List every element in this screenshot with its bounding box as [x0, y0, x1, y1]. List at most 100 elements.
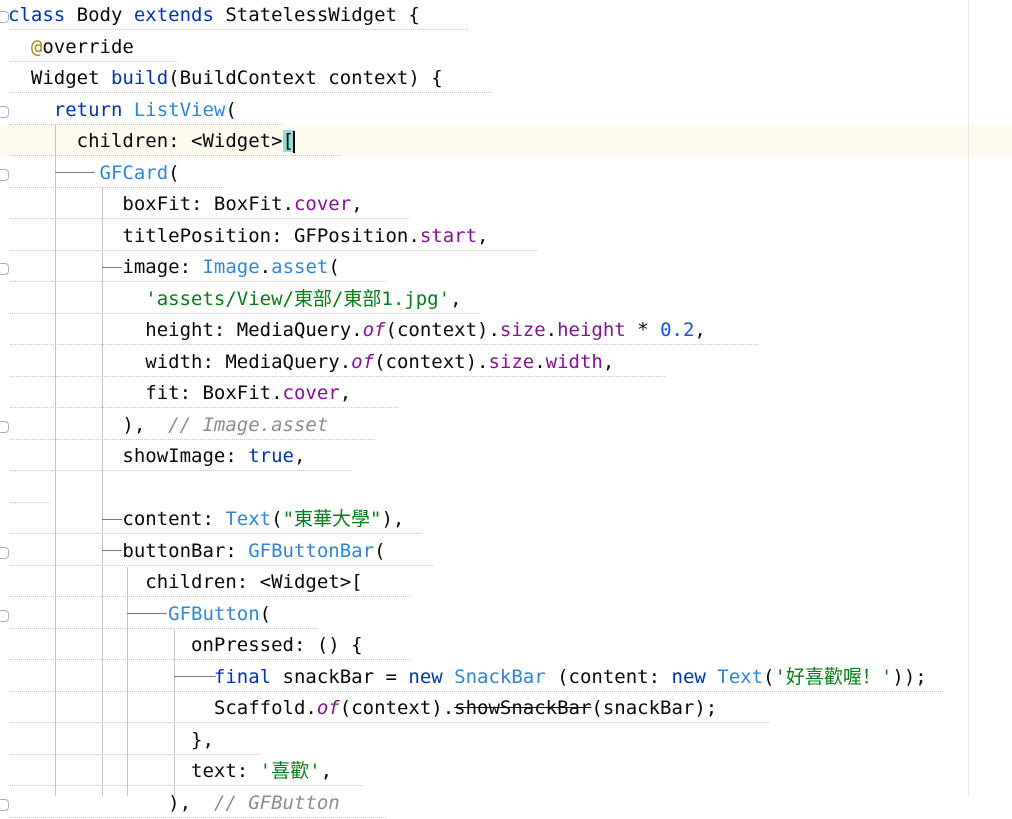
underline-hint: [10, 719, 769, 723]
code-token: (: [260, 603, 271, 625]
underline-hint: [10, 814, 386, 818]
underline-hint: [10, 341, 758, 345]
code-token: titlePosition: GFPosition.: [8, 225, 420, 247]
code-token: ,: [603, 351, 614, 373]
underline-hint: [10, 26, 468, 30]
code-token: [8, 288, 145, 310]
code-token: ,: [694, 319, 705, 341]
underline-hint: [10, 404, 398, 408]
code-token: size: [488, 351, 534, 373]
code-token: Body: [77, 4, 134, 26]
code-token: (: [328, 256, 339, 278]
code-token: [8, 36, 31, 58]
code-token: cover: [294, 193, 351, 215]
code-token: },: [8, 729, 214, 751]
code-token: new: [672, 666, 718, 688]
code-token: boxFit: BoxFit.: [8, 193, 294, 215]
text-caret: [293, 131, 295, 153]
underline-hint: [10, 656, 410, 660]
underline-hint: [10, 562, 433, 566]
underline-hint: [10, 247, 537, 251]
code-token: ));: [892, 666, 926, 688]
code-token: children: <Widget>[: [8, 571, 363, 593]
code-token: (: [763, 666, 774, 688]
code-token: @: [31, 36, 42, 58]
underline-hint: [10, 310, 479, 314]
code-token: ),: [381, 508, 404, 530]
code-token: of: [351, 351, 374, 373]
fold-marker-icon[interactable]: [0, 547, 9, 559]
code-token: ,: [450, 288, 461, 310]
code-token: return: [54, 99, 134, 121]
code-token: fit: BoxFit.: [8, 382, 283, 404]
code-token: Text: [717, 666, 763, 688]
code-token: snackBar =: [283, 666, 409, 688]
code-token: (context).: [340, 697, 454, 719]
code-token: .: [534, 351, 545, 373]
underline-hint: [10, 593, 410, 597]
code-token: 0.2: [660, 319, 694, 341]
underline-hint: [10, 152, 340, 156]
code-token: content:: [8, 508, 225, 530]
code-token: showSnackBar: [454, 697, 591, 719]
code-token: width: MediaQuery.: [8, 351, 351, 373]
underline-hint: [10, 688, 943, 692]
code-editor[interactable]: class Body extends StatelessWidget { @ov…: [0, 0, 1012, 796]
code-token: new: [408, 666, 454, 688]
code-token: showImage:: [8, 445, 248, 467]
code-token: GFCard: [100, 162, 169, 184]
code-token: (context).: [374, 351, 488, 373]
code-token: "東華大學": [283, 508, 382, 530]
code-token: text:: [8, 760, 260, 782]
fold-marker-icon[interactable]: [0, 106, 9, 118]
code-token: height: MediaQuery.: [8, 319, 363, 341]
code-token: width: [546, 351, 603, 373]
code-token: (: [168, 162, 179, 184]
code-token: (: [225, 99, 236, 121]
code-token: image:: [8, 256, 202, 278]
code-token: of: [363, 319, 386, 341]
underline-hint: [10, 499, 50, 503]
fold-marker-icon[interactable]: [0, 11, 9, 23]
code-token: buttonBar:: [8, 540, 248, 562]
code-token: Image: [202, 256, 259, 278]
underline-hint: [10, 625, 317, 629]
underline-hint: [10, 58, 178, 62]
code-token: ),: [8, 414, 168, 436]
code-token: Scaffold.: [8, 697, 317, 719]
code-token: '好喜歡喔！': [774, 666, 892, 688]
fold-marker-icon[interactable]: [0, 263, 9, 275]
code-token: onPressed: () {: [8, 634, 363, 656]
code-token: (snackBar);: [591, 697, 717, 719]
fold-marker-icon[interactable]: [0, 610, 9, 622]
fold-marker-icon[interactable]: [0, 421, 9, 433]
underline-hint: [10, 436, 375, 440]
code-token: asset: [271, 256, 328, 278]
code-token: ListView: [134, 99, 226, 121]
underline-hint: [10, 751, 259, 755]
code-token: (: [374, 540, 385, 562]
code-token: ,: [340, 382, 351, 404]
code-token: 'assets/View/東部/東部1.jpg': [145, 288, 450, 310]
code-token: [8, 99, 54, 121]
code-token: height: [557, 319, 626, 341]
underline-hint: [10, 530, 421, 534]
code-token: (BuildContext context) {: [168, 67, 443, 89]
fold-marker-icon[interactable]: [0, 799, 9, 811]
code-token: Text: [225, 508, 271, 530]
code-token: StatelessWidget {: [225, 4, 419, 26]
code-token: true: [248, 445, 294, 467]
fold-marker-icon[interactable]: [0, 169, 9, 181]
code-token: final: [214, 666, 283, 688]
code-token: cover: [283, 382, 340, 404]
code-token: (: [271, 508, 282, 530]
code-token: GFButton: [168, 603, 260, 625]
underline-hint: [10, 215, 410, 219]
code-token: (content:: [557, 666, 671, 688]
code-token: // GFButton: [214, 792, 340, 814]
code-token: [8, 603, 168, 625]
right-margin-guide: [968, 0, 969, 796]
code-token: start: [420, 225, 477, 247]
underline-hint: [10, 278, 386, 282]
code-token: // Image.asset: [168, 414, 328, 436]
